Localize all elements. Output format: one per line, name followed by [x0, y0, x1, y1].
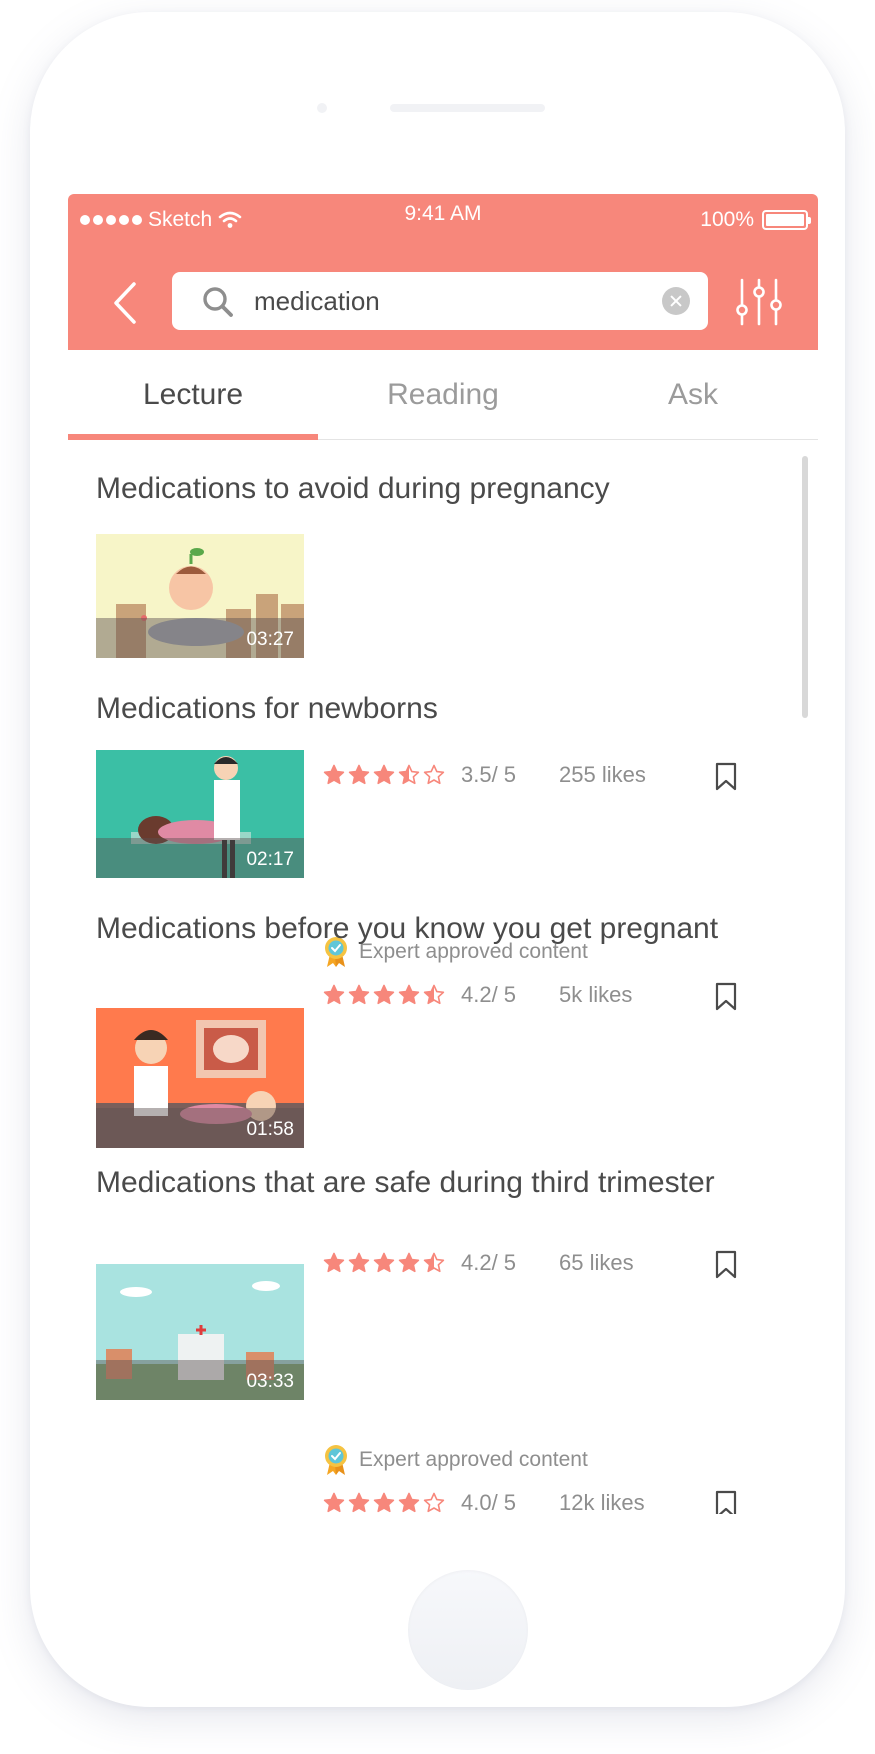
bookmark-icon[interactable]	[714, 1490, 738, 1514]
likes-count: 255 likes	[559, 762, 646, 787]
rating-stars	[323, 984, 445, 1006]
list-item[interactable]: Medications before you know you get preg…	[96, 910, 776, 948]
star-full-icon	[373, 984, 395, 1005]
star-full-icon	[323, 1492, 345, 1513]
battery-percent: 100%	[700, 208, 754, 231]
video-duration: 01:58	[246, 1119, 294, 1140]
star-full-icon	[323, 984, 345, 1005]
star-half-icon	[398, 764, 420, 785]
rating-row: 3.5/ 5 255 likes	[323, 762, 646, 788]
star-full-icon	[373, 1252, 395, 1273]
rating-stars	[323, 764, 445, 786]
star-full-icon	[323, 1252, 345, 1273]
rating-row: 4.0/ 5 12k likes	[323, 1490, 645, 1514]
home-button[interactable]	[408, 1570, 528, 1690]
search-input[interactable]: medication	[254, 286, 380, 317]
search-icon	[203, 287, 233, 317]
rating-stars	[323, 1252, 445, 1274]
star-full-icon	[348, 764, 370, 785]
rating-row: 4.2/ 5 5k likes	[323, 982, 632, 1008]
video-thumbnail[interactable]: 03:33	[96, 1264, 304, 1400]
video-thumbnail[interactable]: 01:58	[96, 1008, 304, 1148]
rating-stars	[323, 1492, 445, 1514]
list-item[interactable]: Medications that are safe during third t…	[96, 1164, 776, 1202]
star-full-icon	[398, 1252, 420, 1273]
list-item[interactable]: Medications to avoid during pregnancy	[96, 470, 776, 508]
star-empty-icon	[423, 1492, 445, 1513]
lecture-title: Medications for newborns	[96, 692, 438, 725]
video-thumbnail[interactable]: 02:17	[96, 750, 304, 878]
status-bar: Sketch 9:41 AM 100%	[68, 194, 818, 250]
star-half-icon	[423, 1252, 445, 1273]
bookmark-icon[interactable]	[714, 1250, 738, 1280]
likes-count: 12k likes	[559, 1490, 645, 1514]
star-full-icon	[398, 984, 420, 1005]
expert-badge: Expert approved content	[323, 1444, 588, 1476]
star-full-icon	[373, 1492, 395, 1513]
front-camera	[317, 103, 327, 113]
rating-value: 4.2/ 5	[461, 1250, 517, 1275]
star-empty-icon	[423, 764, 445, 785]
tab-reading[interactable]: Reading	[318, 350, 568, 440]
expert-label: Expert approved content	[359, 1448, 588, 1471]
video-duration: 03:33	[246, 1371, 294, 1392]
rating-value: 4.2/ 5	[461, 982, 517, 1007]
scrollbar[interactable]	[802, 456, 808, 718]
video-duration: 02:17	[246, 849, 294, 870]
header-bar: Sketch 9:41 AM 100% medication	[68, 194, 818, 350]
star-full-icon	[323, 764, 345, 785]
bookmark-icon[interactable]	[714, 982, 738, 1012]
likes-count: 65 likes	[559, 1250, 634, 1275]
video-thumbnail[interactable]: 03:27	[96, 534, 304, 658]
earpiece-speaker	[390, 104, 545, 112]
lecture-title: Medications that are safe during third t…	[96, 1166, 715, 1199]
app-screen: Sketch 9:41 AM 100% medication Lecture R…	[68, 194, 818, 1514]
star-full-icon	[373, 764, 395, 785]
star-full-icon	[398, 1492, 420, 1513]
filter-sliders-icon[interactable]	[734, 272, 784, 332]
rating-value: 4.0/ 5	[461, 1490, 517, 1514]
rating-row: 4.2/ 5 65 likes	[323, 1250, 634, 1276]
list-item[interactable]: Medications for newborns	[96, 690, 776, 728]
rating-value: 3.5/ 5	[461, 762, 517, 787]
tab-ask[interactable]: Ask	[568, 350, 818, 440]
back-chevron-icon[interactable]	[106, 278, 146, 328]
battery-icon	[762, 210, 811, 230]
likes-count: 5k likes	[559, 982, 633, 1007]
search-bar[interactable]: medication	[172, 272, 708, 330]
clear-search-icon[interactable]	[662, 287, 690, 315]
video-duration: 03:27	[246, 629, 294, 650]
medal-icon	[325, 1445, 347, 1475]
bookmark-icon[interactable]	[714, 762, 738, 792]
active-tab-indicator	[68, 434, 318, 440]
content-tabs: Lecture Reading Ask	[68, 350, 818, 440]
star-full-icon	[348, 1252, 370, 1273]
lecture-title: Medications before you know you get preg…	[96, 912, 719, 945]
star-half-icon	[423, 984, 445, 1005]
star-full-icon	[348, 984, 370, 1005]
lecture-title: Medications to avoid during pregnancy	[96, 472, 610, 505]
tab-lecture[interactable]: Lecture	[68, 350, 318, 440]
star-full-icon	[348, 1492, 370, 1513]
battery-indicator: 100%	[700, 208, 811, 232]
